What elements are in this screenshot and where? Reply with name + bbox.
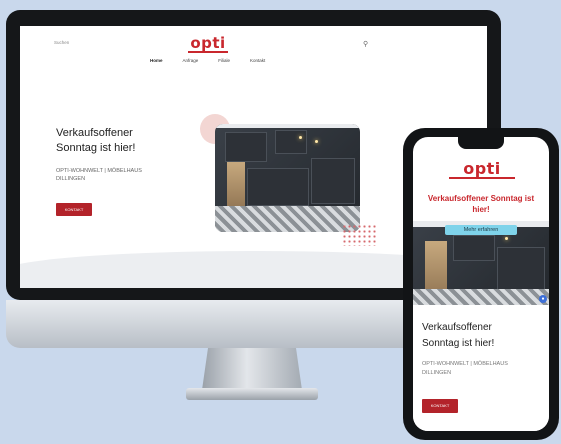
desktop-header: Suchen opti ⚲ Home Anfrage Filiale Konta… <box>20 26 487 78</box>
desktop-search-text[interactable]: Suchen <box>54 40 69 45</box>
kitchen-wood-column <box>227 162 245 212</box>
mobile-subline-line-1: OPTI-WOHNWELT | MÖBELHAUS <box>422 361 508 367</box>
subline-line-1: OPTI-WOHNWELT | MÖBELHAUS <box>56 168 142 174</box>
mobile-contact-button[interactable]: KONTAKT <box>422 399 458 413</box>
more-info-button[interactable]: Mehr erfahren <box>445 225 517 235</box>
kitchen-wall-cabinet <box>225 132 267 162</box>
mobile-title-line-2: Sonntag ist hier! <box>422 338 495 349</box>
kitchen-ceiling <box>215 124 360 128</box>
kitchen-light <box>505 237 508 240</box>
smartphone: opti Verkaufsoffener Sonntag ist hier! M… <box>403 128 559 440</box>
kitchen-floor <box>413 289 549 305</box>
mobile-website-screen: opti Verkaufsoffener Sonntag ist hier! M… <box>413 137 549 431</box>
headline-line-1: Verkaufsoffener <box>56 127 133 139</box>
kitchen-floor <box>215 206 360 232</box>
desktop-hero-subline: OPTI-WOHNWELT | MÖBELHAUS DILLINGEN <box>56 167 196 183</box>
desktop-contact-button[interactable]: KONTAKT <box>56 203 92 216</box>
mobile-title-line-1: Verkaufsoffener <box>422 322 492 333</box>
mobile-logo[interactable]: opti <box>449 161 515 179</box>
cart-icon[interactable]: ⚲ <box>363 40 368 48</box>
kitchen-tall-cabinet <box>311 158 355 204</box>
mobile-title: Verkaufsoffener Sonntag ist hier! <box>422 320 546 352</box>
monitor-stand <box>202 348 302 390</box>
kitchen-light <box>299 136 302 139</box>
mobile-subline: OPTI-WOHNWELT | MÖBELHAUS DILLINGEN <box>422 360 546 378</box>
decorative-dot-pattern <box>342 224 377 246</box>
chat-icon[interactable]: ● <box>539 295 547 303</box>
desktop-logo[interactable]: opti <box>188 36 228 53</box>
phone-notch <box>458 137 504 149</box>
device-mockup-scene: Suchen opti ⚲ Home Anfrage Filiale Konta… <box>0 0 561 444</box>
kitchen-light <box>315 140 318 143</box>
nav-item-filiale[interactable]: Filiale <box>218 58 230 63</box>
desktop-hero-headline: Verkaufsoffener Sonntag ist hier! <box>56 126 196 156</box>
mobile-headline: Verkaufsoffener Sonntag ist hier! <box>427 194 535 214</box>
kitchen-wall-cabinet <box>275 130 307 154</box>
kitchen-image <box>215 124 360 232</box>
headline-line-2: Sonntag ist hier! <box>56 142 136 154</box>
kitchen-lower-cabinet <box>247 168 309 206</box>
nav-item-home[interactable]: Home <box>150 58 163 63</box>
desktop-nav: Home Anfrage Filiale Kontakt <box>150 58 265 63</box>
monitor-base <box>186 388 318 400</box>
nav-item-kontakt[interactable]: Kontakt <box>250 58 265 63</box>
nav-item-anfrage[interactable]: Anfrage <box>183 58 199 63</box>
mobile-subline-line-2: DILLINGEN <box>422 370 452 376</box>
subline-line-2: DILLINGEN <box>56 176 86 182</box>
kitchen-wall-cabinet <box>453 235 495 261</box>
